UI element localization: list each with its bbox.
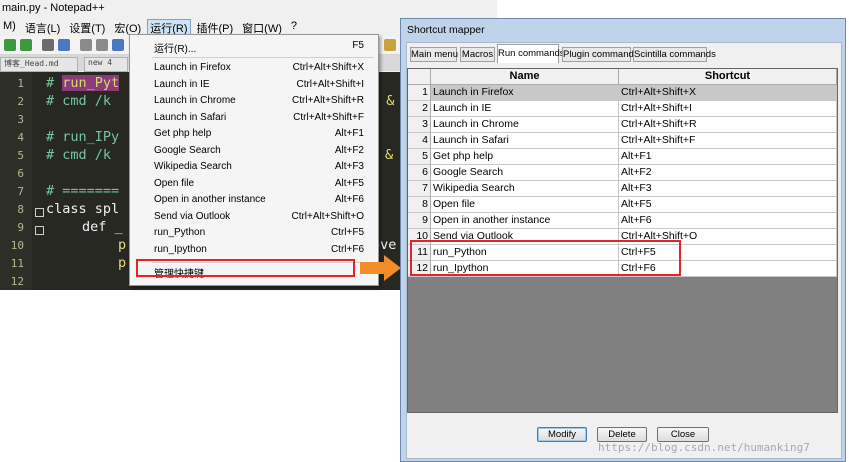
tab-scintilla-commands[interactable]: Scintilla commands [633,47,716,62]
menu-language[interactable]: 语言(L) [22,19,63,35]
highlight-box [410,240,681,276]
table-row[interactable]: 4 Launch in Safari Ctrl+Alt+Shift+F [408,133,837,149]
line-number-gutter: 1 2 3 4 5 6 7 8 9 10 11 12 [0,72,32,290]
line-number: 4 [17,131,24,144]
find-icon[interactable] [42,39,54,51]
line-number: 11 [10,257,24,270]
highlighted-text: run_Pyt [62,75,120,91]
watermark: https://blog.csdn.net/humanking7 [598,441,810,454]
menu-item-php-help[interactable]: Get php help Alt+F1 [130,126,378,142]
undo-icon[interactable] [4,39,16,51]
menu-separator [152,57,374,58]
code-line: # run_IPy [46,129,120,145]
menu-settings[interactable]: 设置(T) [66,19,108,35]
tab-macros[interactable]: Macros [460,47,495,62]
highlight-box [136,259,355,277]
menu-item-launch-firefox[interactable]: Launch in Firefox Ctrl+Alt+Shift+X [130,60,378,76]
modify-button[interactable]: Modify [537,427,587,442]
table-row[interactable]: 3 Launch in Chrome Ctrl+Alt+Shift+R [408,117,837,133]
line-number: 7 [17,185,24,198]
line-number: 2 [17,95,24,108]
fold-marker-icon[interactable] [35,226,44,235]
code-line: class spl [46,201,120,217]
menu-item-send-outlook[interactable]: Send via Outlook Ctrl+Alt+Shift+O [130,209,378,225]
menu-item-open-file[interactable]: Open file Alt+F5 [130,176,378,192]
macro-record-icon[interactable] [384,39,396,51]
menu-item-launch-safari[interactable]: Launch in Safari Ctrl+Alt+Shift+F [130,110,378,126]
tab-plugin-commands[interactable]: Plugin commands [562,47,639,62]
code-line: # ======= [46,183,120,199]
run-menu-dropdown: 运行(R)... F5 Launch in Firefox Ctrl+Alt+S… [129,34,379,286]
menu-window[interactable]: 窗口(W) [239,19,285,35]
table-row[interactable]: 5 Get php help Alt+F1 [408,149,837,165]
line-number: 1 [17,77,24,90]
code-line: p [118,255,127,271]
menu-item-run[interactable]: 运行(R)... F5 [130,38,378,55]
menu-run[interactable]: 运行(R) [147,19,191,35]
redo-icon[interactable] [20,39,32,51]
code-line: # cmd /k [46,93,120,109]
tab-run-commands[interactable]: Run commands [497,44,565,63]
menu-plugins[interactable]: 插件(P) [194,19,237,35]
file-tab[interactable]: new 4 [84,57,128,72]
menu-item-open-another-instance[interactable]: Open in another instance Alt+F6 [130,192,378,208]
menu-item-run-python[interactable]: run_Python Ctrl+F5 [130,225,378,241]
code-line: # run_Pyt [46,75,120,91]
line-number: 10 [10,239,24,252]
column-header-shortcut[interactable]: Shortcut [619,69,837,85]
code-line: def _ [82,219,123,235]
sync-icon[interactable] [112,39,124,51]
table-row[interactable]: 2 Launch in IE Ctrl+Alt+Shift+I [408,101,837,117]
table-row[interactable]: 6 Google Search Alt+F2 [408,165,837,181]
table-row[interactable]: 9 Open in another instance Alt+F6 [408,213,837,229]
menu-item-launch-chrome[interactable]: Launch in Chrome Ctrl+Alt+Shift+R [130,93,378,109]
line-number: 9 [17,221,24,234]
window-title: main.py - Notepad++ [2,2,105,14]
table-row[interactable]: 8 Open file Alt+F5 [408,197,837,213]
zoom-out-icon[interactable] [96,39,108,51]
menu-edit[interactable]: M) [0,19,19,35]
replace-icon[interactable] [58,39,70,51]
close-button[interactable]: Close [657,427,709,442]
line-number: 6 [17,167,24,180]
table-row[interactable]: 1 Launch in Firefox Ctrl+Alt+Shift+X [408,85,837,101]
menu-item-run-ipython[interactable]: run_Ipython Ctrl+F6 [130,242,378,258]
code-line: # cmd /k [46,147,120,163]
tab-main-menu[interactable]: Main menu [410,47,458,62]
menu-macro[interactable]: 宏(O) [111,19,144,35]
file-tab[interactable]: 博客_Head.md [0,57,78,72]
line-number: 12 [10,275,24,288]
code-line: p [118,237,127,253]
line-number: 8 [17,203,24,216]
row-number-header [408,69,431,85]
code-line-tail: & [385,147,394,163]
menu-item-google-search[interactable]: Google Search Alt+F2 [130,143,378,159]
column-header-name[interactable]: Name [431,69,619,85]
menu-item-launch-ie[interactable]: Launch in IE Ctrl+Alt+Shift+I [130,77,378,93]
fold-marker-icon[interactable] [35,208,44,217]
line-number: 5 [17,149,24,162]
table-row[interactable]: 7 Wikipedia Search Alt+F3 [408,181,837,197]
arrow-right-icon [360,255,401,281]
menu-item-wikipedia-search[interactable]: Wikipedia Search Alt+F3 [130,159,378,175]
menu-help[interactable]: ? [288,19,300,35]
line-number: 3 [17,113,24,126]
zoom-in-icon[interactable] [80,39,92,51]
delete-button[interactable]: Delete [597,427,647,442]
dialog-title: Shortcut mapper [407,24,485,36]
